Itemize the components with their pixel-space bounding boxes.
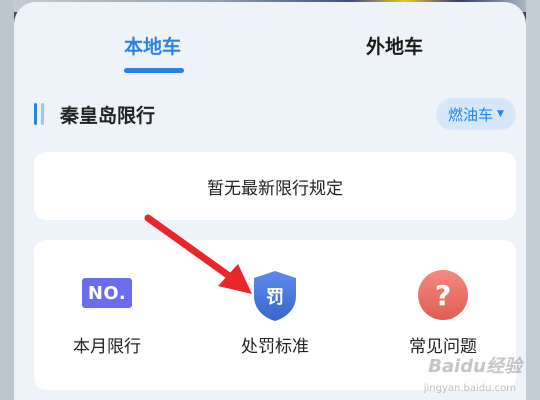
caret-down-icon: ▼ <box>497 109 504 119</box>
vehicle-tabs: 本地车 外地车 <box>14 32 526 82</box>
city-title: 秦皇岛限行 <box>60 105 156 127</box>
penalty-glyph: 罚 <box>266 287 284 308</box>
watermark-logo: Baidu经验 <box>428 356 522 377</box>
background-right-edge <box>526 0 540 400</box>
fuel-type-dropdown[interactable]: 燃油车 ▼ <box>436 98 516 130</box>
restriction-notice: 暂无最新限行规定 <box>34 152 516 220</box>
no-badge-icon: NO. <box>82 278 132 308</box>
tab-active-indicator <box>124 68 184 73</box>
red-arrow-icon <box>144 214 252 294</box>
tab-nonlocal-vehicle[interactable]: 外地车 <box>366 32 423 59</box>
question-icon: ? <box>418 270 468 320</box>
fuel-type-value: 燃油车 <box>448 105 494 124</box>
section-marker-secondary <box>41 103 44 125</box>
penalty-standard-label: 处罚标准 <box>241 337 309 357</box>
restriction-card: 本地车 外地车 秦皇岛限行 燃油车 ▼ 暂无最新限行规定 NO. 本月限行 罚 … <box>14 2 526 400</box>
monthly-restriction-label: 本月限行 <box>73 337 141 357</box>
watermark-url: jingyan.baidu.com <box>423 383 516 394</box>
tab-local-vehicle[interactable]: 本地车 <box>124 32 181 59</box>
background-left-edge <box>0 0 14 400</box>
notice-text: 暂无最新限行规定 <box>207 178 343 199</box>
city-header: 秦皇岛限行 燃油车 ▼ <box>32 98 518 132</box>
section-marker <box>34 103 37 125</box>
